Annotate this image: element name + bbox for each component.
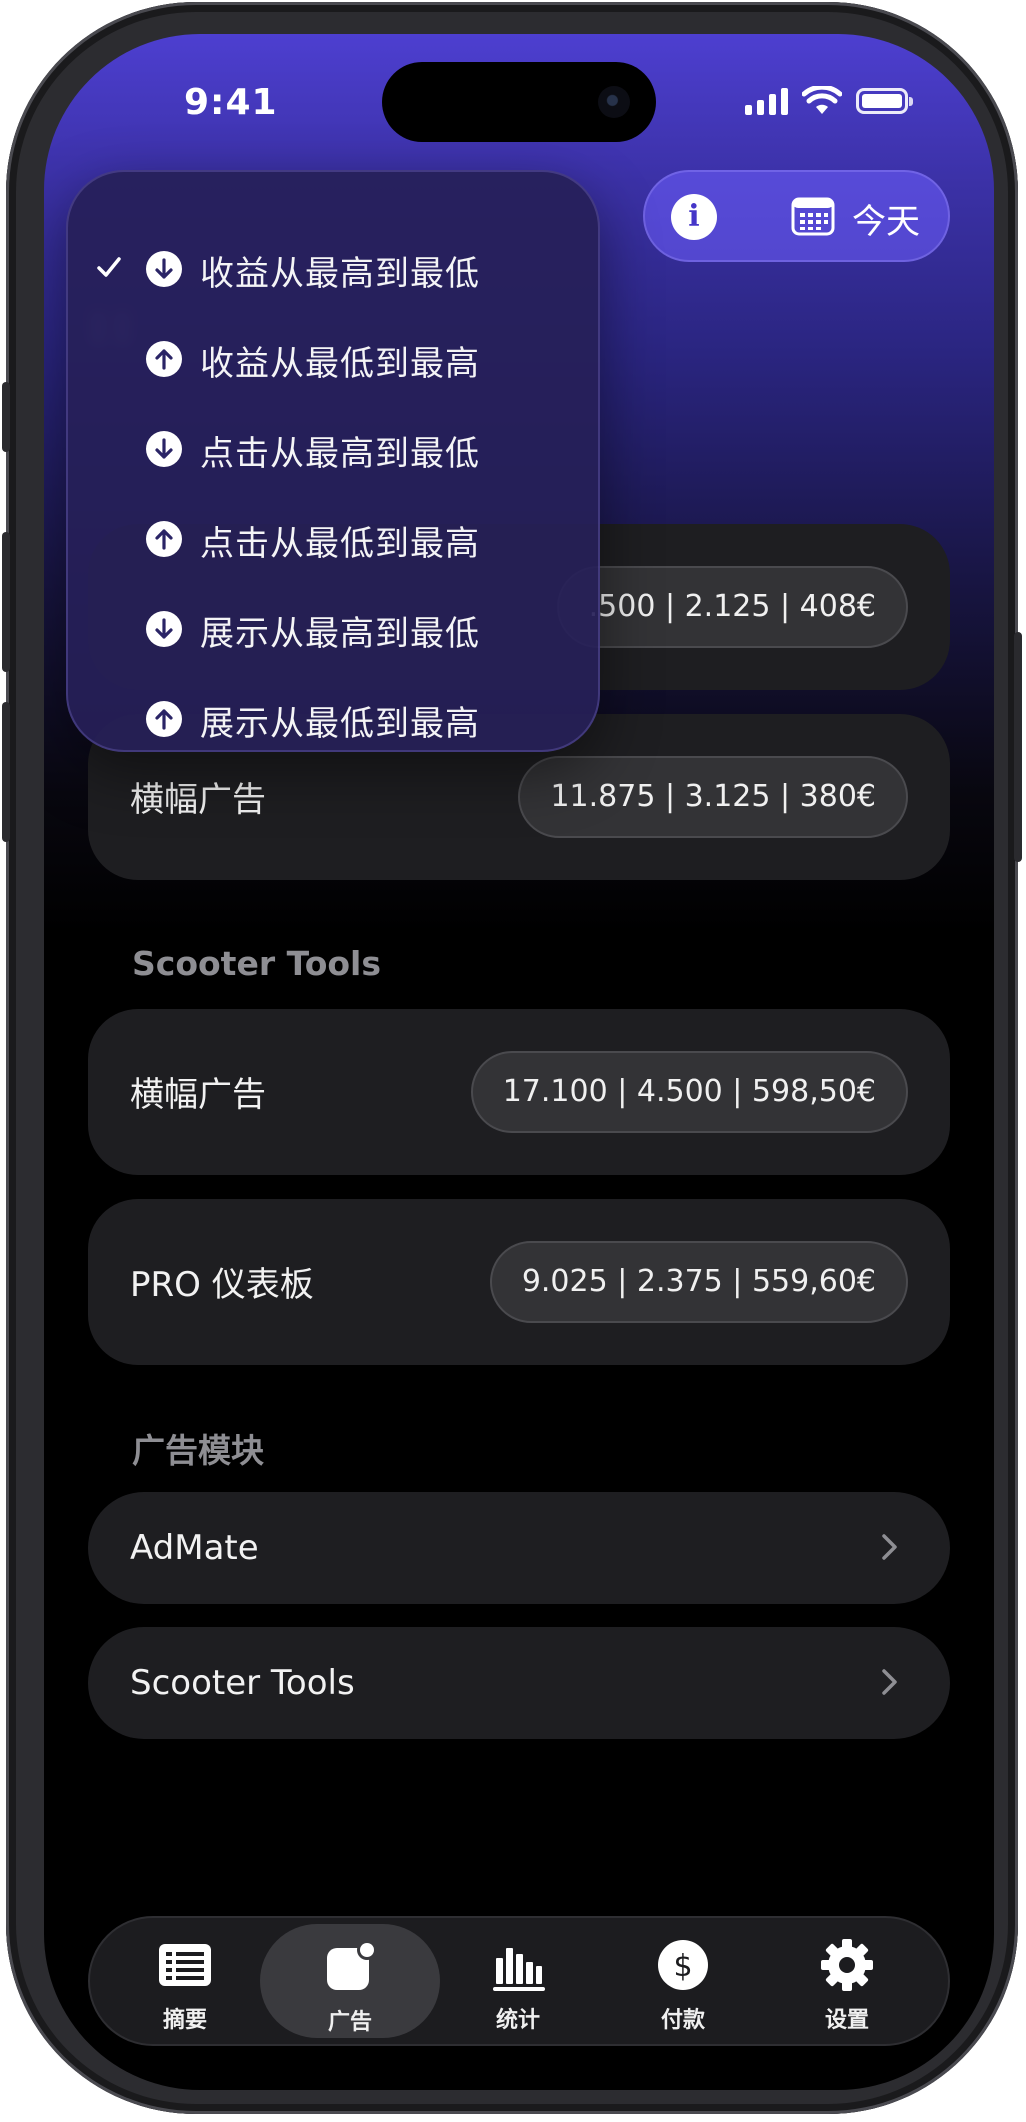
tab-ads[interactable]: 广告 (260, 1924, 440, 2038)
sort-option-label: 收益从最高到最低 (200, 254, 480, 294)
section-title-scooter-tools: Scooter Tools (132, 944, 382, 983)
wifi-icon (802, 86, 842, 114)
tab-label: 广告 (327, 2010, 372, 2035)
sort-option-revenue-desc[interactable]: 收益从最高到最低 (68, 226, 598, 316)
status-icons (745, 86, 913, 116)
sort-option-clicks-asc[interactable]: 点击从最低到最高 (68, 496, 598, 586)
ad-row-stats: .500 | 2.125 | 408€ (556, 566, 908, 648)
ad-badge-icon (327, 1940, 377, 1990)
sort-option-label: 点击从最低到最高 (200, 524, 480, 564)
svg-text:$: $ (673, 1949, 692, 1984)
sort-option-label: 展示从最高到最低 (200, 614, 480, 654)
header-controls: i 今天 (643, 170, 950, 262)
cellular-signal-icon (745, 87, 788, 115)
power-button (1014, 632, 1022, 862)
app-screen: 9:41 i 今天 .500 | 2.125 | 408€ 横幅广告 11.87… (44, 34, 994, 2090)
sort-option-label: 收益从最低到最高 (200, 344, 480, 384)
sort-option-impressions-desc[interactable]: 展示从最高到最低 (68, 586, 598, 676)
tab-payments[interactable]: $ 付款 (608, 1918, 758, 2044)
date-filter-label[interactable]: 今天 (852, 194, 920, 243)
module-link-admate[interactable]: AdMate (88, 1492, 950, 1604)
ad-row-stats: 11.875 | 3.125 | 380€ (518, 756, 908, 838)
arrow-down-circle-icon (146, 251, 182, 287)
ad-row-card[interactable]: PRO 仪表板 9.025 | 2.375 | 559,60€ (88, 1199, 950, 1365)
chevron-right-icon (882, 1534, 897, 1560)
sort-option-label: 点击从最高到最低 (200, 434, 480, 474)
sort-option-clicks-desc[interactable]: 点击从最高到最低 (68, 406, 598, 496)
arrow-up-circle-icon (146, 701, 182, 737)
arrow-down-circle-icon (146, 611, 182, 647)
calendar-icon[interactable] (791, 196, 835, 236)
ad-row-stats: 9.025 | 2.375 | 559,60€ (489, 1241, 908, 1323)
ad-row-card[interactable]: 横幅广告 17.100 | 4.500 | 598,50€ (88, 1009, 950, 1175)
module-link-label: AdMate (130, 1528, 259, 1568)
bar-chart-icon (493, 1948, 545, 1991)
volume-up-button (2, 532, 10, 672)
tab-summary[interactable]: 摘要 (110, 1918, 260, 2044)
sort-menu: 收益从最高到最低 收益从最低到最高 点击从最高到最低 点击从最低到最高 展示从最… (66, 170, 600, 752)
battery-icon (856, 88, 913, 114)
arrow-up-circle-icon (146, 521, 182, 557)
gear-icon (821, 1939, 873, 1991)
list-icon (159, 1944, 211, 1986)
arrow-down-circle-icon (146, 431, 182, 467)
dollar-icon: $ (658, 1940, 708, 1990)
tab-label: 统计 (495, 2008, 540, 2033)
ad-row-label: 横幅广告 (130, 1075, 266, 1115)
sort-option-impressions-asc[interactable]: 展示从最低到最高 (68, 676, 598, 766)
info-icon[interactable]: i (671, 194, 717, 240)
phone-frame: 9:41 i 今天 .500 | 2.125 | 408€ 横幅广告 11.87… (2, 2, 1022, 2114)
tab-label: 付款 (660, 2008, 705, 2033)
volume-down-button (2, 702, 10, 842)
dynamic-island (382, 62, 656, 142)
chevron-right-icon (882, 1669, 897, 1695)
tab-bar: 摘要 广告 统计 $ 付款 设置 (88, 1916, 950, 2046)
tab-settings[interactable]: 设置 (772, 1918, 922, 2044)
ad-row-stats: 17.100 | 4.500 | 598,50€ (470, 1051, 908, 1133)
module-link-label: Scooter Tools (130, 1663, 355, 1703)
status-time: 9:41 (184, 82, 278, 123)
checkmark-icon (97, 257, 121, 277)
ad-row-label: 横幅广告 (130, 780, 266, 820)
arrow-up-circle-icon (146, 341, 182, 377)
module-link-scooter-tools[interactable]: Scooter Tools (88, 1627, 950, 1739)
sort-option-revenue-asc[interactable]: 收益从最低到最高 (68, 316, 598, 406)
sort-option-label: 展示从最低到最高 (200, 704, 480, 744)
section-title-ad-modules: 广告模块 (132, 1431, 264, 1470)
tab-label: 摘要 (162, 2008, 207, 2033)
tab-stats[interactable]: 统计 (443, 1918, 593, 2044)
ad-row-label: PRO 仪表板 (130, 1265, 314, 1305)
tab-label: 设置 (824, 2008, 869, 2033)
action-button (2, 382, 10, 452)
camera-icon (598, 86, 630, 118)
